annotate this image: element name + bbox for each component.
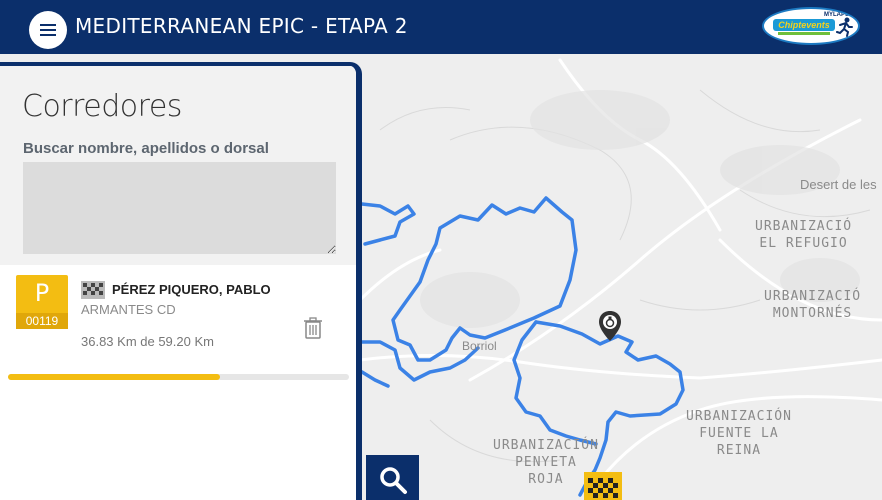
bib-badge: P 00119 bbox=[16, 275, 68, 329]
map-label-refugio: URBANIZACIÓ EL REFUGIO bbox=[755, 219, 853, 251]
bib-letter: P bbox=[34, 279, 50, 307]
map-label-borriol: Borriol bbox=[462, 339, 497, 353]
panel-title: Corredores bbox=[22, 89, 182, 124]
search-input[interactable] bbox=[23, 162, 336, 254]
runner-progress-fill bbox=[8, 374, 221, 380]
map-label-fuente-la-reina: URBANIZACIÓN FUENTE LA REINA bbox=[686, 409, 792, 458]
map-label-montornes: URBANIZACIÓ MONTORNÉS bbox=[764, 289, 862, 321]
map-label-desert: Desert de les bbox=[800, 177, 877, 192]
trash-icon[interactable] bbox=[303, 317, 323, 339]
runner-distance: 36.83 Km de 59.20 Km bbox=[81, 334, 214, 349]
logo-brand-text: Chiptevents bbox=[773, 19, 835, 31]
map-search-button[interactable] bbox=[366, 455, 419, 500]
menu-button[interactable] bbox=[29, 11, 67, 49]
runner-club: ARMANTES CD bbox=[81, 302, 176, 317]
runner-name: PÉREZ PIQUERO, PABLO bbox=[112, 282, 271, 297]
app-header: MEDITERRANEAN EPIC - ETAPA 2 MYLAPS Chip… bbox=[0, 0, 882, 54]
search-icon bbox=[380, 467, 407, 494]
panel-search-section: Corredores Buscar nombre, apellidos o do… bbox=[0, 66, 356, 265]
runner-location-pin-icon[interactable] bbox=[598, 310, 622, 342]
runner-list-item[interactable]: P 00119 PÉREZ PIQUERO, PABLO ARMANTES CD… bbox=[0, 265, 356, 385]
runner-progress-bar bbox=[8, 374, 349, 380]
finish-flag-icon bbox=[584, 472, 622, 500]
chiptevents-logo: MYLAPS Chiptevents bbox=[762, 7, 860, 45]
checkered-flag-icon bbox=[81, 281, 105, 299]
logo-underline bbox=[778, 32, 830, 35]
runner-icon bbox=[836, 17, 853, 37]
hamburger-menu-icon bbox=[40, 24, 56, 36]
search-label: Buscar nombre, apellidos o dorsal bbox=[23, 140, 269, 157]
bib-number: 00119 bbox=[16, 313, 68, 329]
runners-panel: Corredores Buscar nombre, apellidos o do… bbox=[0, 62, 362, 500]
page-title: MEDITERRANEAN EPIC - ETAPA 2 bbox=[75, 14, 408, 38]
